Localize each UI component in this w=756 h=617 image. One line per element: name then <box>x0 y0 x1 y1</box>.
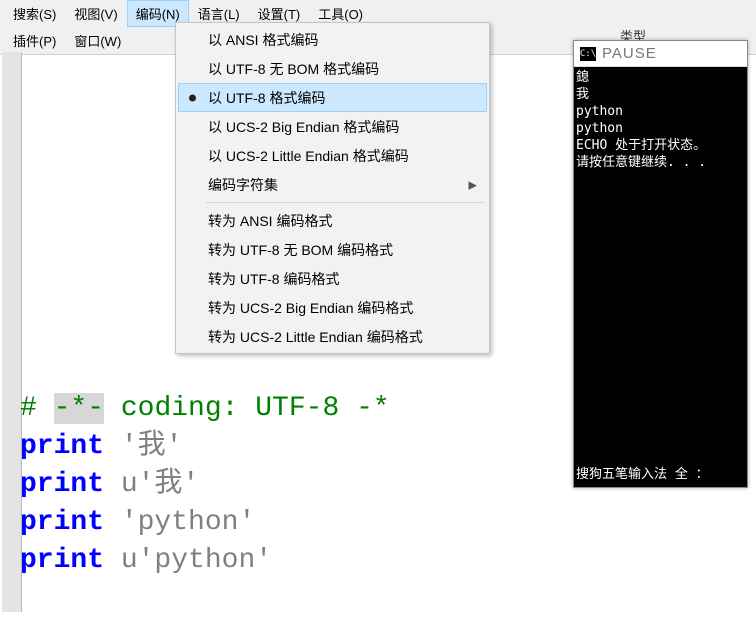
code-string: u'我' <box>104 469 199 500</box>
encoding-item-label: 以 UTF-8 无 BOM 格式编码 <box>208 59 379 79</box>
code-string: 'python' <box>104 507 255 538</box>
menu-plugins[interactable]: 插件(P) <box>4 27 65 54</box>
encoding-item-label: 编码字符集 <box>208 175 278 195</box>
encoding-item-ucs2-be[interactable]: 以 UCS-2 Big Endian 格式编码 <box>178 112 487 141</box>
encoding-item-ucs2-le[interactable]: 以 UCS-2 Little Endian 格式编码 <box>178 141 487 170</box>
encoding-item-label: 以 UCS-2 Little Endian 格式编码 <box>208 146 409 166</box>
terminal-line: python <box>576 121 623 136</box>
menu-separator <box>206 202 485 203</box>
code-area[interactable]: # -*- coding: UTF-8 -* print '我' print u… <box>20 390 390 580</box>
terminal-body[interactable]: 鎴 我 python python ECHO 处于打开状态。 请按任意键继续. … <box>574 67 747 487</box>
code-comment: # -*- coding: UTF-8 -* <box>20 393 390 424</box>
convert-item-ansi[interactable]: 转为 ANSI 编码格式 <box>178 206 487 235</box>
terminal-line: ECHO 处于打开状态。 <box>576 138 706 153</box>
encoding-item-label: 转为 ANSI 编码格式 <box>208 211 332 231</box>
convert-item-ucs2-le[interactable]: 转为 UCS-2 Little Endian 编码格式 <box>178 322 487 351</box>
code-keyword: print <box>20 545 104 576</box>
encoding-item-label: 转为 UCS-2 Little Endian 编码格式 <box>208 327 423 347</box>
encoding-item-charset[interactable]: 编码字符集 ▶ <box>178 170 487 199</box>
convert-item-utf8-nobom[interactable]: 转为 UTF-8 无 BOM 编码格式 <box>178 235 487 264</box>
editor-gutter <box>2 52 22 612</box>
encoding-item-utf8[interactable]: 以 UTF-8 格式编码 <box>178 83 487 112</box>
menu-search[interactable]: 搜索(S) <box>4 0 65 27</box>
convert-item-ucs2-be[interactable]: 转为 UCS-2 Big Endian 编码格式 <box>178 293 487 322</box>
chevron-right-icon: ▶ <box>469 178 477 191</box>
code-keyword: print <box>20 507 104 538</box>
code-string: u'python' <box>104 545 272 576</box>
terminal-line: python <box>576 104 623 119</box>
radio-dot-icon <box>189 94 196 101</box>
encoding-dropdown: 以 ANSI 格式编码 以 UTF-8 无 BOM 格式编码 以 UTF-8 格… <box>175 22 490 354</box>
terminal-window: C:\ PAUSE 鎴 我 python python ECHO 处于打开状态。… <box>573 40 748 488</box>
encoding-item-label: 以 UCS-2 Big Endian 格式编码 <box>208 117 399 137</box>
terminal-icon: C:\ <box>580 47 596 61</box>
encoding-item-label: 以 ANSI 格式编码 <box>208 30 318 50</box>
encoding-item-ansi[interactable]: 以 ANSI 格式编码 <box>178 25 487 54</box>
convert-item-utf8[interactable]: 转为 UTF-8 编码格式 <box>178 264 487 293</box>
encoding-item-utf8-nobom[interactable]: 以 UTF-8 无 BOM 格式编码 <box>178 54 487 83</box>
encoding-item-label: 转为 UTF-8 无 BOM 编码格式 <box>208 240 393 260</box>
terminal-line: 我 <box>576 87 589 102</box>
ime-status: 搜狗五笔输入法 全 ： <box>576 466 745 483</box>
terminal-title: PAUSE <box>602 45 657 62</box>
code-keyword: print <box>20 431 104 462</box>
menu-view[interactable]: 视图(V) <box>65 0 126 27</box>
code-keyword: print <box>20 469 104 500</box>
menu-window[interactable]: 窗口(W) <box>65 27 130 54</box>
terminal-titlebar[interactable]: C:\ PAUSE <box>574 41 747 67</box>
code-string: '我' <box>104 431 182 462</box>
terminal-line: 鎴 <box>576 70 589 85</box>
encoding-item-label: 以 UTF-8 格式编码 <box>208 88 325 108</box>
encoding-item-label: 转为 UCS-2 Big Endian 编码格式 <box>208 298 413 318</box>
encoding-item-label: 转为 UTF-8 编码格式 <box>208 269 339 289</box>
terminal-line: 请按任意键继续. . . <box>576 155 706 170</box>
